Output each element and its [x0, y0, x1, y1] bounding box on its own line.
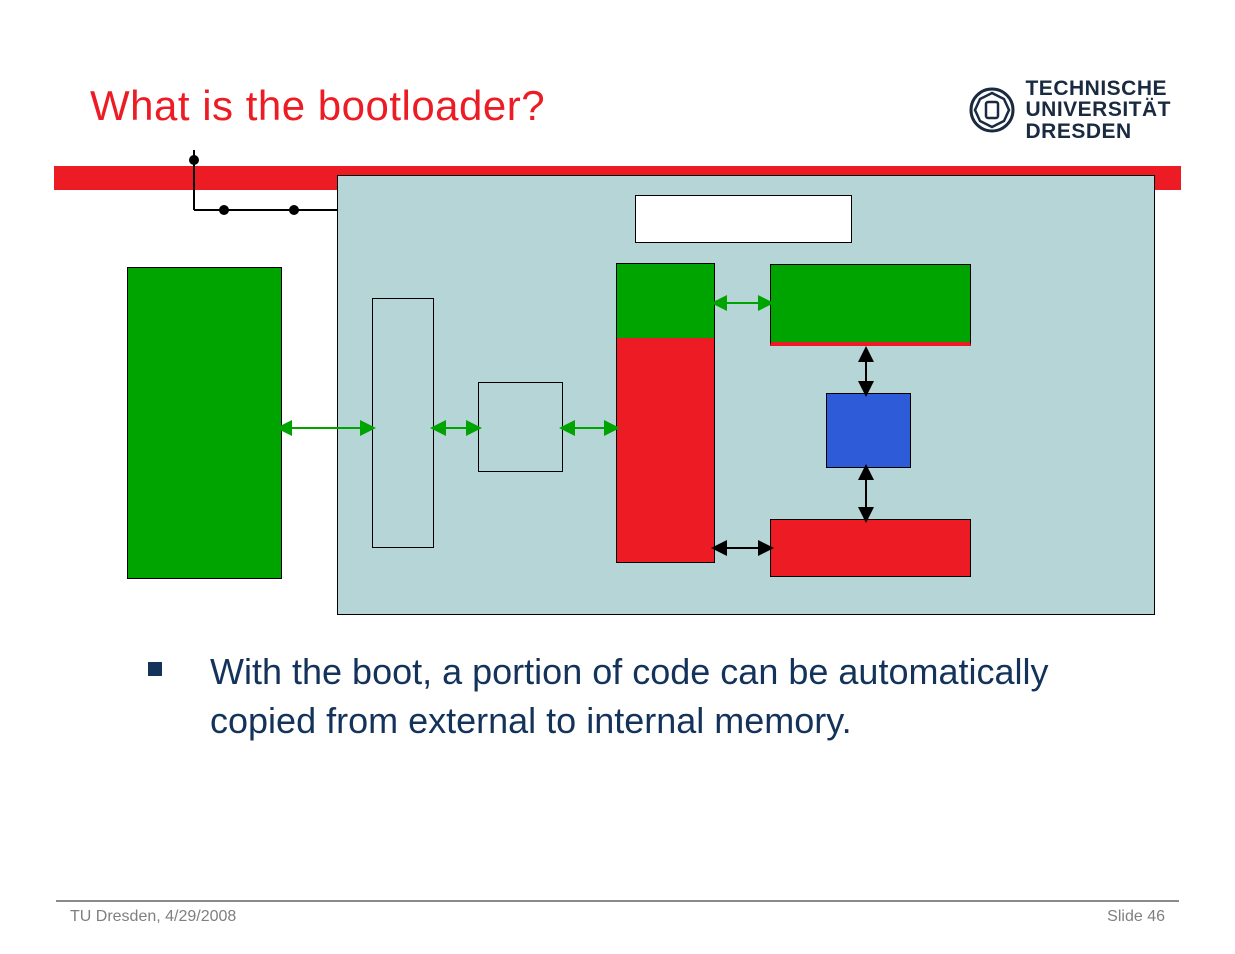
top-label-box	[635, 195, 852, 243]
slide-title: What is the bootloader?	[90, 82, 545, 130]
logo-line2: UNIVERSITÄT	[1025, 99, 1171, 120]
logo-line1: TECHNISCHE	[1025, 78, 1171, 99]
bullet-text: With the boot, a portion of code can be …	[210, 648, 1145, 745]
logo-text: TECHNISCHE UNIVERSITÄT DRESDEN	[1025, 78, 1171, 142]
bullet-row: With the boot, a portion of code can be …	[148, 648, 1145, 745]
cpu-core-block	[826, 393, 911, 468]
cache-top-block	[770, 264, 971, 346]
bullet-square-icon	[148, 662, 162, 676]
bus-small-block	[478, 382, 563, 472]
tud-crest-icon	[969, 87, 1015, 133]
footer-right: Slide 46	[1107, 908, 1165, 926]
internal-memory-top-block	[616, 263, 715, 338]
footer-divider	[56, 900, 1179, 902]
peripheral-block	[770, 519, 971, 577]
external-memory-block	[127, 267, 282, 579]
university-logo: TECHNISCHE UNIVERSITÄT DRESDEN	[969, 78, 1171, 142]
logo-line3: DRESDEN	[1025, 121, 1171, 142]
slide: What is the bootloader? TECHNISCHE UNIVE…	[0, 0, 1235, 954]
bus-tall-block	[372, 298, 434, 548]
footer-left: TU Dresden, 4/29/2008	[70, 908, 236, 926]
wire-decor	[54, 150, 354, 220]
